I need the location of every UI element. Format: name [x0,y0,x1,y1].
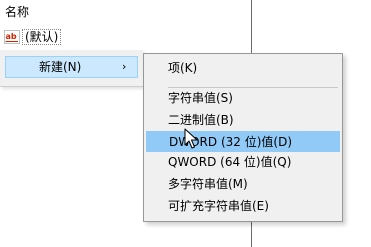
menu-item-multi-string-value[interactable]: 多字符串值(M) [146,174,340,195]
column-header-name[interactable]: 名称 [5,4,29,20]
menu-item-expandable-string-value[interactable]: 可扩充字符串值(E) [146,196,340,217]
list-item[interactable]: ab (默认) [4,28,66,46]
menu-item-key[interactable]: 项(K) [146,58,340,79]
menu-item-string-value[interactable]: 字符串值(S) [146,88,340,109]
chevron-right-icon: › [122,60,127,73]
svg-text:ab: ab [6,32,17,41]
value-name: (默认) [22,29,62,45]
string-value-icon: ab [4,30,20,44]
menu-item-dword-value[interactable]: DWORD (32 位)值(D) [146,131,340,152]
context-menu: 新建(N) › [0,50,143,87]
mouse-pointer-icon [184,128,198,149]
new-submenu: 项(K) 字符串值(S) 二进制值(B) DWORD (32 位)值(D) QW… [143,53,343,222]
menu-item-binary-value[interactable]: 二进制值(B) [146,110,340,131]
menu-item-new-label: 新建(N) [39,60,82,74]
menu-item-qword-value[interactable]: QWORD (64 位)值(Q) [146,152,340,173]
menu-item-new[interactable]: 新建(N) › [5,56,138,78]
